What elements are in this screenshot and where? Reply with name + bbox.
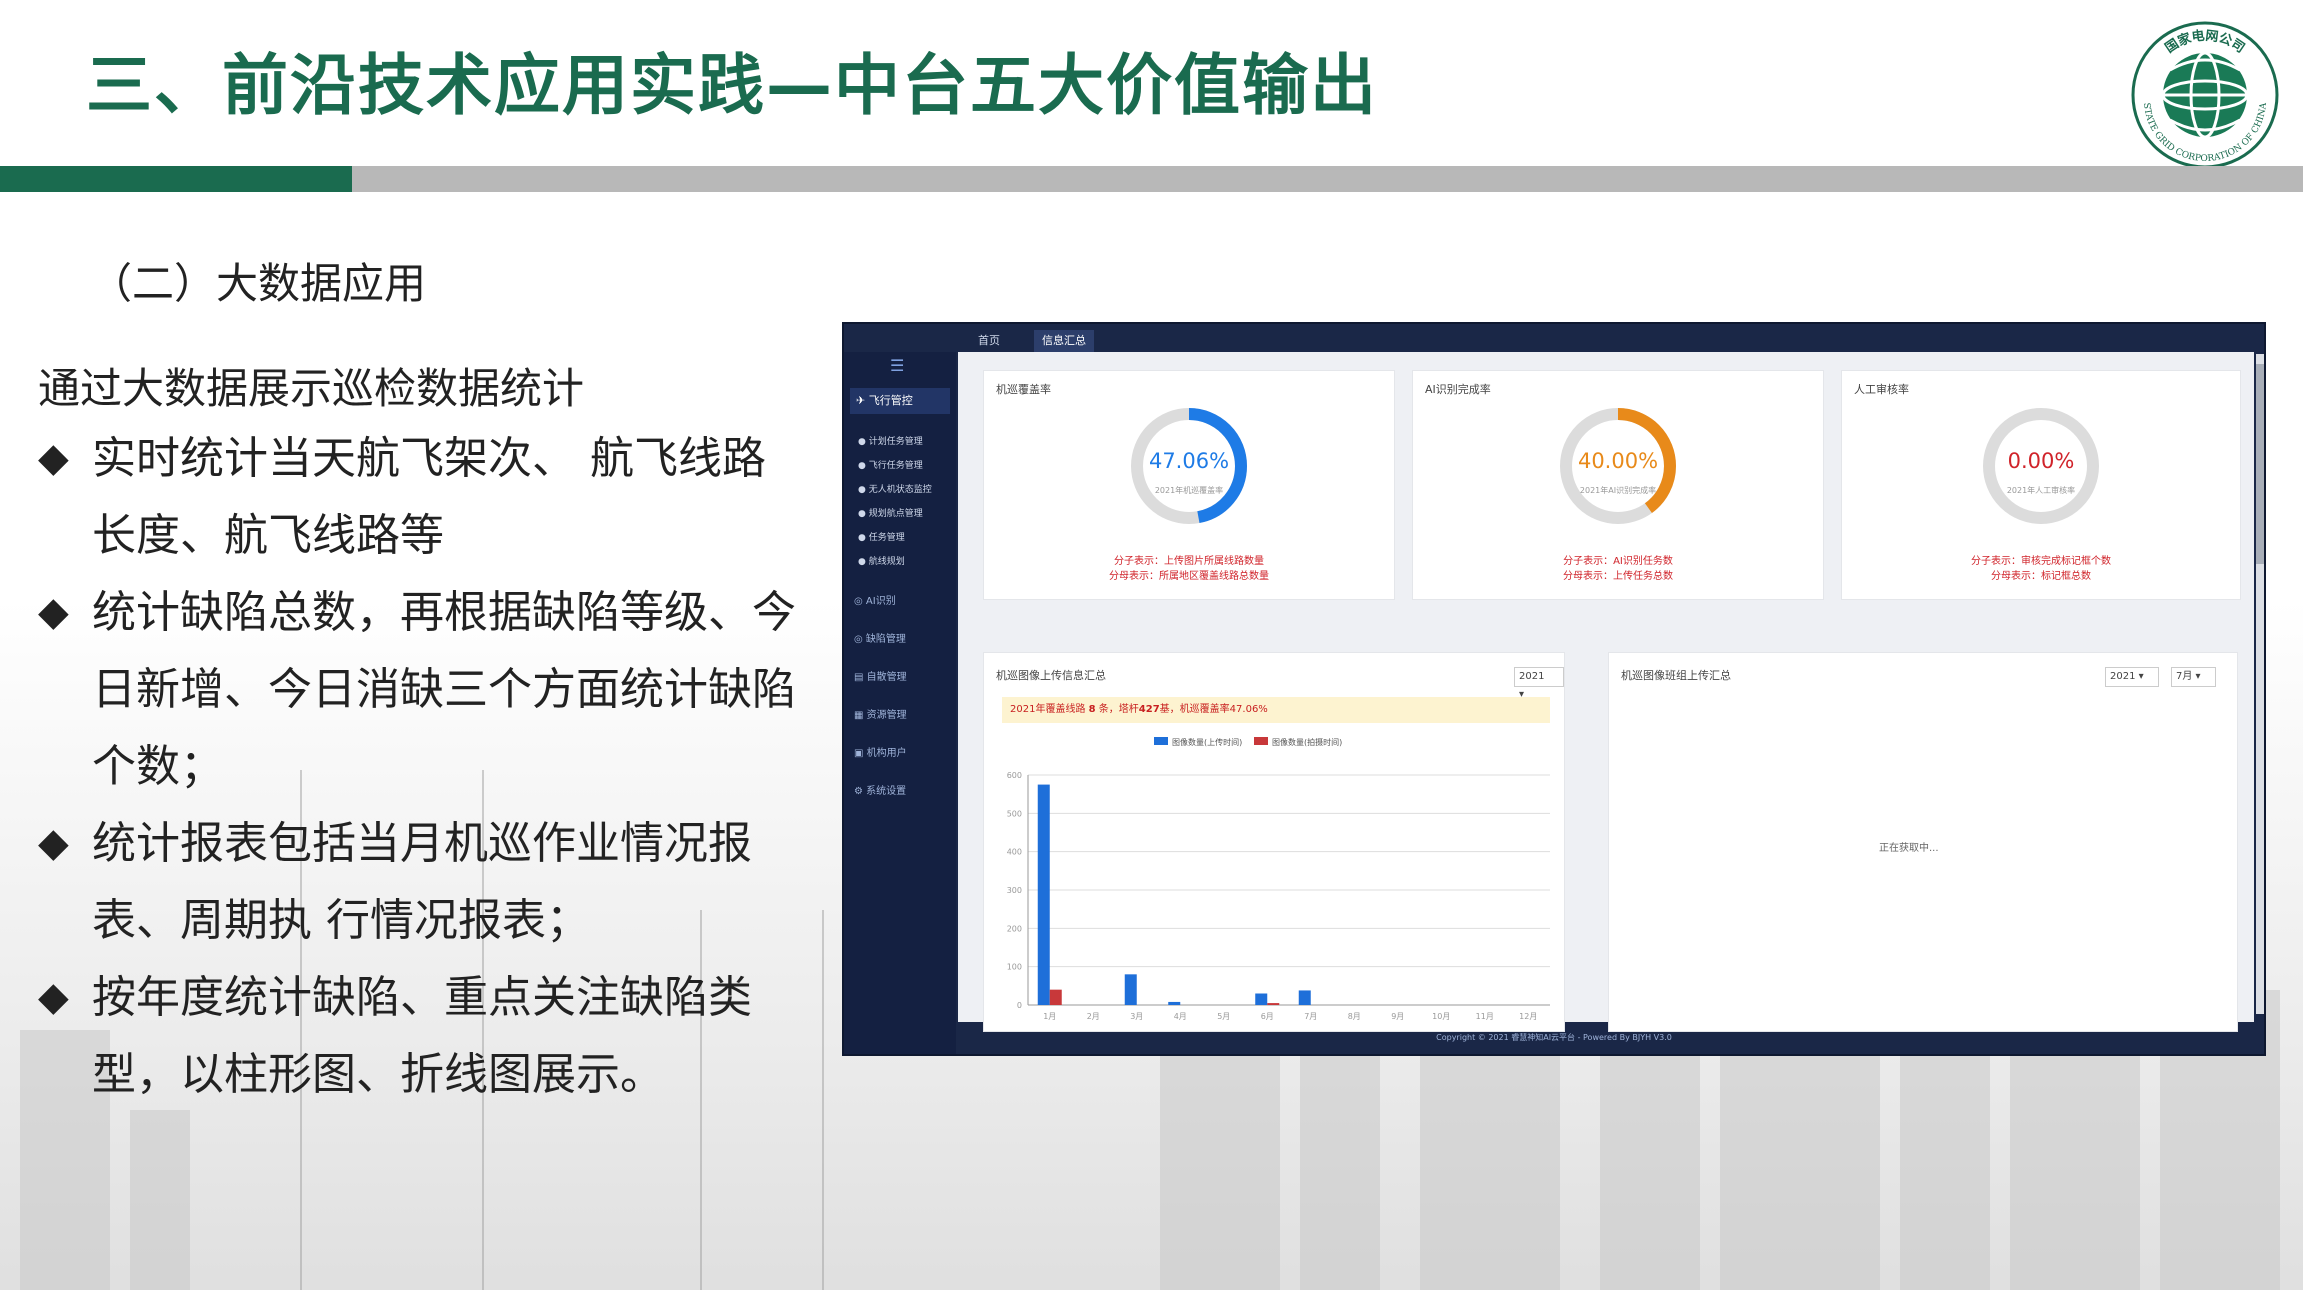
sidebar-subitem[interactable]: ● 飞行任务管理 [858,458,923,471]
state-grid-logo-icon: 国家电网公司 STATE GRID CORPORATION OF CHINA [2131,21,2279,169]
x-tick-label: 1月 [1043,1012,1056,1021]
bar [1124,974,1137,1005]
bar [1037,784,1050,1005]
legend-swatch [1254,737,1268,745]
x-tick-label: 4月 [1174,1012,1187,1021]
bullet-item: ◆ 统计缺陷总数，再根据缺陷等级、今日新增、今日消缺三个方面统计缺陷个数； [38,574,798,805]
y-tick-label: 500 [1007,809,1022,818]
bar [1049,989,1062,1005]
sidebar-subitem[interactable]: ● 任务管理 [858,530,905,543]
slide-title: 三、前沿技术应用实践—中台五大价值输出 [86,47,1378,124]
app-screenshot: 首页 信息汇总 ☰ ✈ 飞行管控 ● 计划任务管理 ● 飞行任务管理 ● 无人机… [842,322,2266,1056]
x-tick-label: 8月 [1348,1012,1361,1021]
bullet-item: ◆ 实时统计当天航飞架次、 航飞线路长度、航飞线路等 [38,420,798,574]
kpi-ring: 40.00% 2021年AI识别完成率 [1559,407,1677,525]
app-sidebar: ☰ ✈ 飞行管控 ● 计划任务管理 ● 飞行任务管理 ● 无人机状态监控 ● 规… [844,352,956,1054]
sidebar-item-flight-control[interactable]: ✈ 飞行管控 [850,388,950,414]
sidebar-item-ai[interactable]: ◎ AI识别 [854,592,896,607]
app-footer: Copyright © 2021 睿慧神知AI云平台 - Powered By … [1436,1033,1672,1042]
y-tick-label: 400 [1007,848,1022,857]
section-subtitle: （二）大数据应用 [90,259,427,308]
kpi-legend: 分子表示：AI识别任务数 分母表示：上传任务总数 [1563,556,1673,582]
group-upload-panel: 机巡图像班组上传汇总 2021 ▾ 7月 ▾ 正在获取中... [1608,652,2238,1032]
legend-label: 图像数量(上传时间) [1172,737,1242,747]
x-tick-label: 9月 [1391,1012,1404,1021]
scrollbar-thumb[interactable] [2256,364,2264,564]
kpi-legend: 分子表示：审核完成标记框个数 分母表示：标记框总数 [1971,556,2111,582]
y-tick-label: 0 [1017,1001,1022,1010]
tab-home[interactable]: 首页 [970,330,1008,352]
bar-chart: 图像数量(上传时间) 图像数量(拍摄时间) 0 100 200 300 400 500 600 1… [1007,737,1550,1021]
x-tick-label: 2月 [1087,1012,1100,1021]
kpi-card-manual: 人工审核率 0.00% 2021年人工审核率 分子表示：审核完成标记框个数 分母表… [1841,370,2241,600]
bullet-item: ◆ 统计报表包括当月机巡作业情况报表、周期执 行情况报表； [38,805,798,959]
bullet-list: ◆ 实时统计当天航飞架次、 航飞线路长度、航飞线路等 ◆ 统计缺陷总数，再根据缺陷等… [38,420,798,1113]
sidebar-subitem[interactable]: ● 无人机状态监控 [858,482,932,495]
y-tick-label: 600 [1007,771,1022,780]
menu-icon[interactable]: ☰ [890,356,904,375]
content-scrollbar[interactable] [2256,354,2264,1014]
sidebar-item-resources[interactable]: ▦ 资源管理 [854,706,907,721]
kpi-card-ai: AI识别完成率 40.00% 2021年AI识别完成率 分子表示：AI识别任务数… [1412,370,1824,600]
bar [1255,993,1268,1005]
sidebar-subitem[interactable]: ● 规划航点管理 [858,506,923,519]
x-tick-label: 11月 [1476,1012,1494,1021]
sidebar-subitem[interactable]: ● 航线规划 [858,554,905,567]
bar [1168,1001,1181,1005]
upload-chart-panel: 机巡图像上传信息汇总 2021 ▾ 2021年覆盖线路 8 条，塔杆427基，机… [983,652,1565,1032]
header-gray-bar [352,166,2303,192]
sidebar-item-settings[interactable]: ⚙ 系统设置 [854,782,906,797]
x-tick-label: 5月 [1217,1012,1230,1021]
y-tick-label: 100 [1007,963,1022,972]
group-year-select[interactable]: 2021 ▾ [2105,667,2159,687]
app-tab-bar: 首页 信息汇总 [844,324,2264,352]
y-tick-label: 200 [1007,924,1022,933]
x-tick-label: 10月 [1432,1012,1450,1021]
header-accent-bar [0,166,352,192]
kpi-card-coverage: 机巡覆盖率 47.06% 2021年机巡覆盖率 分子表示：上传图片所属线路数量分… [983,370,1395,600]
sidebar-item-defects[interactable]: ◎ 缺陷管理 [854,630,906,645]
tab-info-summary[interactable]: 信息汇总 [1034,330,1094,352]
sidebar-subitem[interactable]: ● 计划任务管理 [858,434,923,447]
kpi-ring: 47.06% 2021年机巡覆盖率 [1130,407,1248,525]
diamond-bullet-icon: ◆ [38,589,69,635]
year-select[interactable]: 2021 ▾ [1514,667,1564,700]
intro-text: 通过大数据展示巡检数据统计 [38,364,585,413]
diamond-bullet-icon: ◆ [38,974,69,1020]
x-tick-label: 6月 [1261,1012,1274,1021]
bar [1267,1003,1280,1005]
x-tick-label: 7月 [1304,1012,1317,1021]
app-content: 机巡覆盖率 47.06% 2021年机巡覆盖率 分子表示：上传图片所属线路数量分… [958,352,2254,1032]
loading-text: 正在获取中... [1879,843,1939,854]
x-tick-label: 3月 [1130,1012,1143,1021]
bullet-item: ◆ 按年度统计缺陷、重点关注缺陷类型，以柱形图、折线图展示。 [38,959,798,1113]
legend-swatch [1154,737,1168,745]
x-tick-label: 12月 [1519,1012,1537,1021]
diamond-bullet-icon: ◆ [38,435,69,481]
y-tick-label: 300 [1007,886,1022,895]
bar [1298,990,1311,1005]
kpi-legend: 分子表示：上传图片所属线路数量 分母表示：所属地区覆盖线路总数量 [1109,556,1269,582]
kpi-ring: 0.00% 2021年人工审核率 [1982,407,2100,525]
sidebar-item-org-users[interactable]: ▣ 机构用户 [854,744,907,759]
group-month-select[interactable]: 7月 ▾ [2171,667,2216,687]
slide-header: 三、前沿技术应用实践—中台五大价值输出 国家电网公司 STATE GRID CO… [0,0,2303,169]
coverage-banner: 2021年覆盖线路 8 条，塔杆427基，机巡覆盖率47.06% [1002,697,1550,723]
diamond-bullet-icon: ◆ [38,820,69,866]
legend-label: 图像数量(拍摄时间) [1272,737,1342,747]
sidebar-item-self[interactable]: ▤ 自散管理 [854,668,907,683]
